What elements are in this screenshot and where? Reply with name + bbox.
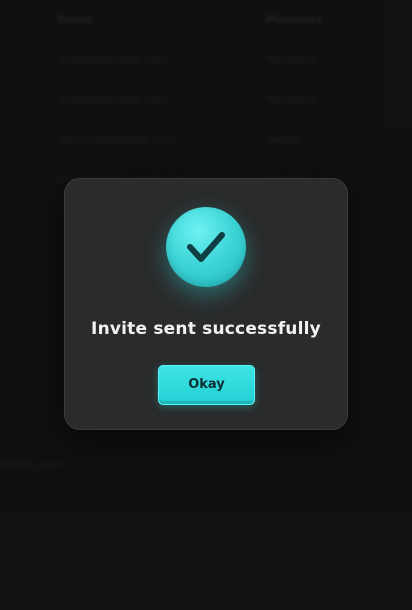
check-icon	[187, 232, 225, 262]
success-badge	[166, 207, 246, 287]
success-modal: Invite sent successfully Okay	[64, 178, 348, 430]
okay-button[interactable]: Okay	[158, 365, 255, 405]
modal-title: Invite sent successfully	[91, 319, 321, 339]
